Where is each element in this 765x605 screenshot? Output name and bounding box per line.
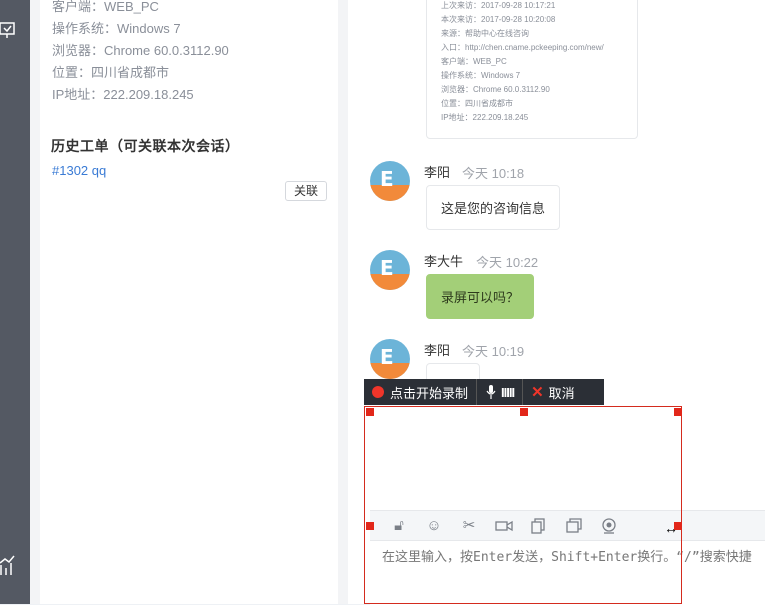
avatar: E <box>370 161 410 201</box>
chart-icon[interactable] <box>0 555 18 577</box>
history-ticket-link[interactable]: #1302 qq <box>52 163 106 178</box>
link-ticket-button[interactable]: 关联 <box>285 181 327 201</box>
sender-name: 李阳 <box>424 343 451 358</box>
visit-info-card: 上次来访：2017-09-28 10:17:21 本次来访：2017-09-28… <box>426 0 638 139</box>
resize-handle-top-left[interactable] <box>366 408 374 416</box>
cancel-label: 取消 <box>548 385 575 401</box>
close-icon: ✕ <box>531 384 544 401</box>
visit-info-line: 入口：http://chen.cname.pckeeping.com/new/ <box>441 43 604 52</box>
resize-handle-left[interactable] <box>366 522 374 530</box>
cancel-recording-button[interactable]: ✕ 取消 <box>523 379 583 405</box>
message-bubble: 这是您的咨询信息 <box>426 185 561 230</box>
visit-info-line: 本次来访：2017-09-28 10:20:08 <box>441 15 556 24</box>
audio-level-meter: IIIII <box>501 384 515 400</box>
visit-info-line: 来源：帮助中心在线咨询 <box>441 29 529 38</box>
sender-name: 李大牛 <box>424 254 464 269</box>
message-time: 今天 10:19 <box>462 344 525 359</box>
location-info: 位置：四川省成都市 <box>52 65 170 80</box>
visit-info-line: IP地址：222.209.18.245 <box>441 113 529 122</box>
visit-info-line: 客户端：WEB_PC <box>441 57 507 66</box>
browser-info: 浏览器：Chrome 60.0.3112.90 <box>52 43 229 58</box>
start-recording-label: 点击开始录制 <box>390 385 469 401</box>
history-tickets-title: 历史工单（可关联本次会话） <box>51 138 240 154</box>
microphone-icon <box>486 385 496 399</box>
recorder-toolbar: 点击开始录制 IIIII ✕ 取消 <box>364 379 604 405</box>
avatar: E <box>370 339 410 379</box>
microphone-toggle[interactable]: IIIII <box>477 379 524 405</box>
os-info: 操作系统：Windows 7 <box>52 21 181 36</box>
resize-handle-top[interactable] <box>520 408 528 416</box>
visit-info-line: 操作系统：Windows 7 <box>441 71 521 80</box>
avatar: E <box>370 250 410 290</box>
message-time: 今天 10:18 <box>462 166 525 181</box>
resize-cursor-icon: ↔ <box>664 520 678 536</box>
ip-info: IP地址：222.209.18.245 <box>52 87 194 102</box>
pane-divider <box>340 0 348 604</box>
visit-info-line: 浏览器：Chrome 60.0.3112.90 <box>441 85 550 94</box>
visit-info-line: 位置：四川省成都市 <box>441 99 513 108</box>
resize-handle-top-right[interactable] <box>674 408 682 416</box>
visit-info-line: 上次来访：2017-09-28 10:17:21 <box>441 1 556 10</box>
client-info: 客户端：WEB_PC <box>52 0 159 14</box>
record-dot-icon <box>372 386 384 398</box>
recording-selection-area[interactable] <box>364 406 682 604</box>
sender-name: 李阳 <box>424 165 451 180</box>
customer-info-card: 客户端：WEB_PC 操作系统：Windows 7 浏览器：Chrome 60.… <box>40 0 338 604</box>
visitor-info-list: 客户端：WEB_PC 操作系统：Windows 7 浏览器：Chrome 60.… <box>52 0 229 106</box>
monitor-icon[interactable] <box>0 20 18 42</box>
message-bubble: 录屏可以吗？ <box>426 274 535 319</box>
left-nav-rail <box>0 0 30 604</box>
start-recording-button[interactable]: 点击开始录制 <box>364 379 478 405</box>
message-time: 今天 10:22 <box>476 255 539 270</box>
